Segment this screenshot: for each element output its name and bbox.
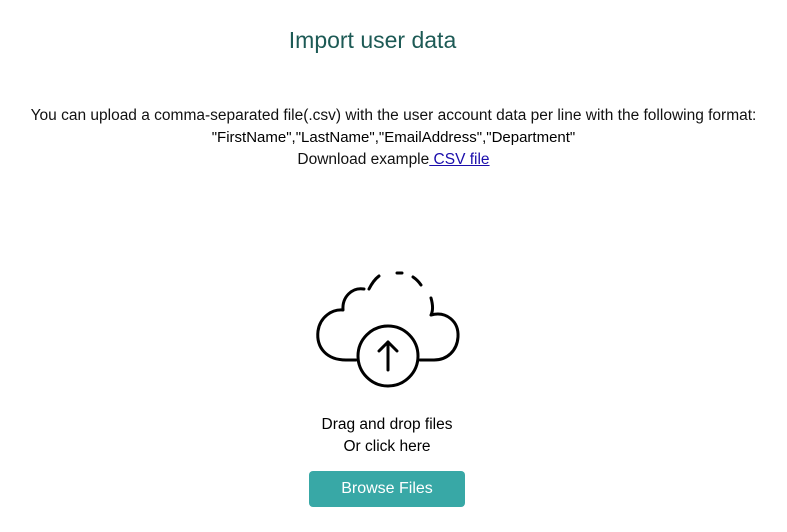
csv-format-text: "FirstName","LastName","EmailAddress","D… xyxy=(211,129,576,146)
cloud-upload-icon xyxy=(316,271,460,388)
import-page: Import user data You can upload a comma-… xyxy=(0,0,787,532)
instructions-text: You can upload a comma-separated file(.c… xyxy=(30,107,757,124)
click-here-label: Or click here xyxy=(343,438,431,455)
drag-drop-label: Drag and drop files xyxy=(321,416,453,433)
browse-files-button[interactable]: Browse Files xyxy=(309,471,465,507)
drop-instructions[interactable]: Drag and drop files Or click here xyxy=(0,414,774,458)
import-instructions: You can upload a comma-separated file(.c… xyxy=(0,105,787,171)
download-example-label: Download example xyxy=(297,151,430,168)
csv-file-link[interactable]: CSV file xyxy=(429,151,490,168)
download-example-line: Download example CSV file xyxy=(0,149,787,171)
page-title: Import user data xyxy=(288,27,457,54)
file-dropzone[interactable] xyxy=(302,265,472,390)
